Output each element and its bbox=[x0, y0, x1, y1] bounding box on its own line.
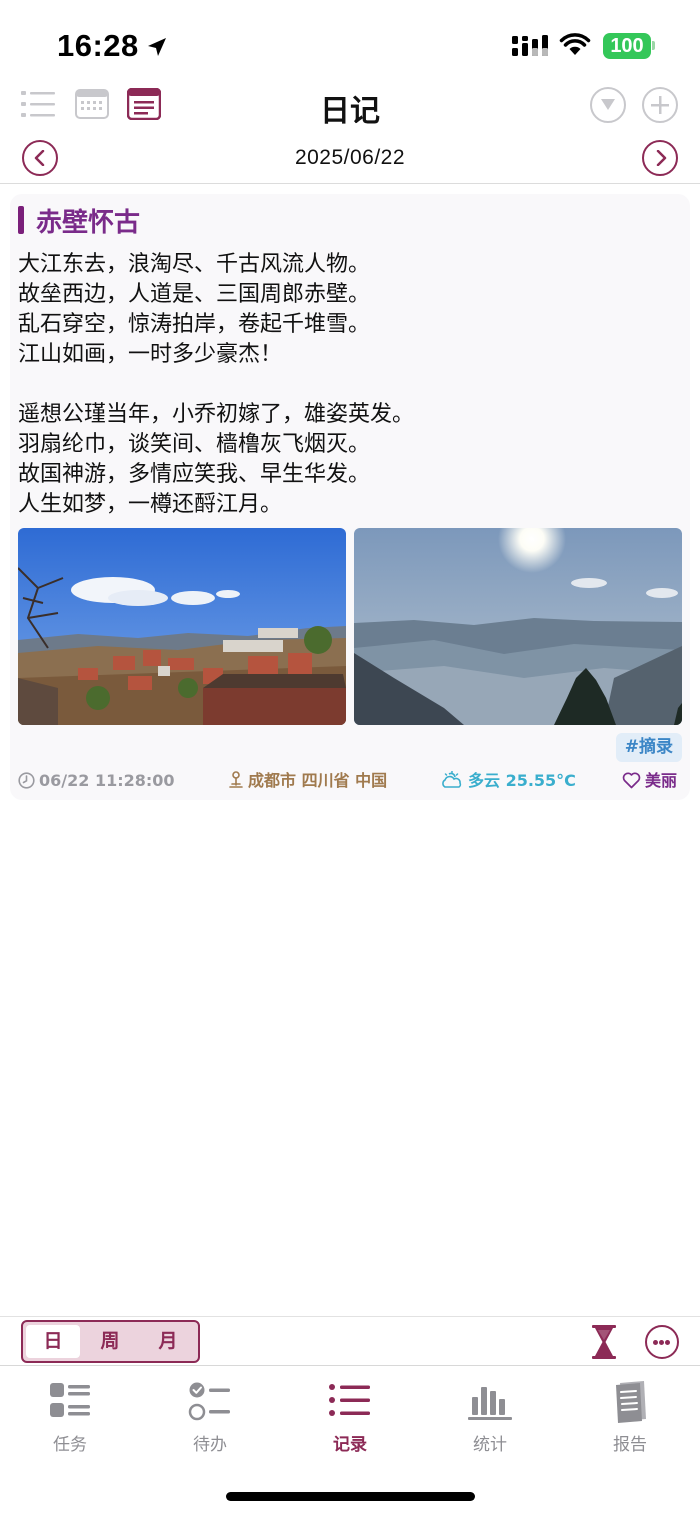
status-time: 16:28 bbox=[57, 28, 139, 63]
location-pin-icon bbox=[229, 771, 243, 788]
period-selector: 日 周 月 bbox=[21, 1320, 200, 1363]
village-photo-image bbox=[18, 528, 346, 725]
entry-location-text: 成都市 四川省 中国 bbox=[248, 771, 388, 790]
tag-chip[interactable]: #摘录 bbox=[615, 733, 682, 762]
title-accent-bar bbox=[18, 206, 24, 234]
tab-stats-label: 统计 bbox=[473, 1435, 507, 1455]
cellular-signal-icon bbox=[512, 35, 548, 56]
tasks-icon bbox=[50, 1383, 90, 1417]
entry-weather[interactable]: 多云 25.55°C bbox=[440, 769, 576, 793]
list-view-icon[interactable] bbox=[21, 88, 55, 120]
clock-icon bbox=[18, 772, 35, 789]
partly-cloudy-icon bbox=[442, 770, 462, 788]
tab-tasks-label: 任务 bbox=[53, 1435, 87, 1455]
tab-todo[interactable]: 待办 bbox=[160, 1375, 260, 1455]
mountain-sun-photo[interactable] bbox=[354, 528, 682, 725]
more-dot bbox=[665, 1340, 670, 1345]
village-photo[interactable] bbox=[18, 528, 346, 725]
period-month-option[interactable]: 月 bbox=[141, 1325, 195, 1358]
chevron-left-icon bbox=[34, 150, 45, 166]
tab-tasks[interactable]: 任务 bbox=[20, 1375, 120, 1455]
journal-view-icon[interactable] bbox=[127, 88, 161, 120]
heart-icon bbox=[622, 772, 641, 789]
more-options-button[interactable] bbox=[645, 1325, 679, 1359]
entry-mood-text: 美丽 bbox=[645, 771, 678, 790]
todo-icon bbox=[188, 1382, 230, 1421]
more-dot bbox=[653, 1340, 658, 1345]
status-bar: 16:28 100 bbox=[0, 0, 700, 90]
entry-time: 06/22 11:28:00 bbox=[18, 769, 175, 793]
tab-records[interactable]: 记录 bbox=[300, 1375, 400, 1455]
tab-report[interactable]: 报告 bbox=[580, 1375, 680, 1455]
filter-dropdown-button[interactable] bbox=[590, 87, 626, 123]
nav-divider bbox=[0, 183, 700, 184]
period-week-option[interactable]: 周 bbox=[83, 1325, 137, 1358]
toolbar-divider bbox=[0, 1316, 700, 1317]
add-button[interactable] bbox=[642, 87, 678, 123]
next-day-button[interactable] bbox=[642, 140, 678, 176]
location-arrow-icon bbox=[148, 38, 166, 56]
chevron-right-icon bbox=[656, 150, 667, 166]
entry-title: 赤壁怀古 bbox=[36, 208, 141, 238]
date-navigator: 2025/06/22 bbox=[0, 138, 700, 182]
tab-stats[interactable]: 统计 bbox=[440, 1375, 540, 1455]
entry-location[interactable]: 成都市 四川省 中国 bbox=[228, 769, 387, 793]
battery-icon: 100 bbox=[603, 33, 651, 59]
calendar-view-icon[interactable] bbox=[75, 88, 109, 120]
tab-records-label: 记录 bbox=[333, 1435, 367, 1455]
tab-report-label: 报告 bbox=[613, 1435, 647, 1455]
battery-cap bbox=[652, 41, 655, 50]
triangle-down-icon bbox=[601, 99, 615, 110]
plus-icon bbox=[651, 96, 669, 114]
diary-entry-card[interactable]: 赤壁怀古 大江东去，浪淘尽、千古风流人物。 故垒西边，人道是、三国周郎赤壁。 乱… bbox=[10, 194, 690, 800]
wifi-icon bbox=[559, 33, 591, 55]
page-title: 日记 bbox=[320, 94, 380, 129]
current-date[interactable]: 2025/06/22 bbox=[250, 146, 450, 170]
tabbar-divider bbox=[0, 1365, 700, 1366]
hourglass-icon[interactable] bbox=[592, 1325, 616, 1359]
more-dot bbox=[659, 1340, 664, 1345]
period-day-option[interactable]: 日 bbox=[26, 1325, 80, 1358]
report-icon bbox=[616, 1381, 646, 1423]
entry-weather-text: 多云 25.55°C bbox=[468, 771, 576, 790]
records-icon bbox=[329, 1384, 370, 1416]
entry-mood[interactable]: 美丽 bbox=[622, 769, 677, 793]
stats-icon bbox=[468, 1387, 512, 1420]
tab-todo-label: 待办 bbox=[193, 1435, 227, 1455]
entry-body: 大江东去，浪淘尽、千古风流人物。 故垒西边，人道是、三国周郎赤壁。 乱石穿空，惊… bbox=[18, 252, 415, 517]
entry-time-text: 06/22 11:28:00 bbox=[39, 771, 175, 790]
home-indicator bbox=[226, 1492, 475, 1501]
previous-day-button[interactable] bbox=[22, 140, 58, 176]
mountain-sun-photo-image bbox=[354, 528, 682, 725]
